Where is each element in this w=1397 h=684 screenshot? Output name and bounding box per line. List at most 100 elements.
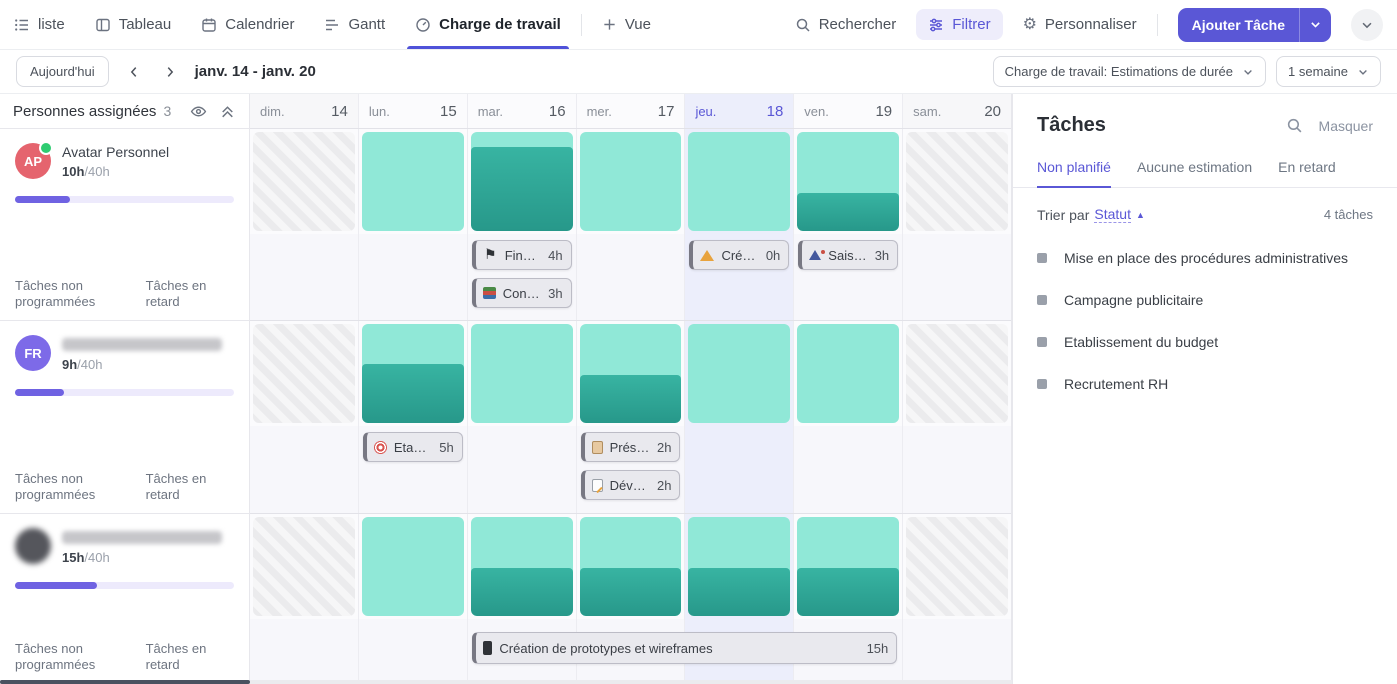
late-tasks-label[interactable]: Tâches en retard: [146, 278, 234, 311]
search-icon[interactable]: [1286, 117, 1303, 134]
capacity-block[interactable]: [580, 517, 682, 616]
task-list-item[interactable]: Recrutement RH: [1037, 363, 1373, 405]
sort-value[interactable]: Statut: [1094, 206, 1131, 223]
filter-button[interactable]: Filtrer: [916, 9, 1002, 40]
horizontal-scrollbar[interactable]: [0, 680, 1012, 684]
collapse-header-button[interactable]: [1351, 9, 1383, 41]
capacity-block[interactable]: [362, 324, 464, 423]
day-cell: [684, 514, 793, 619]
search-button[interactable]: Rechercher: [795, 16, 897, 33]
capacity-block[interactable]: [471, 517, 573, 616]
task-card[interactable]: Consoli...3h: [472, 278, 572, 308]
customize-button[interactable]: ⚙ Personnaliser: [1023, 16, 1137, 33]
tab-label: Tableau: [119, 16, 172, 33]
late-tasks-label[interactable]: Tâches en retard: [146, 641, 234, 674]
capacity-block[interactable]: [362, 517, 464, 616]
task-card-label: Consoli...: [503, 286, 541, 301]
capacity-block[interactable]: [471, 324, 573, 423]
avatar: [15, 528, 51, 564]
late-tasks-label[interactable]: Tâches en retard: [146, 471, 234, 504]
assignee-row[interactable]: FR9h/40hTâches non programméesTâches en …: [0, 321, 249, 514]
divider: [581, 14, 582, 36]
tasks-panel-tabs: Non planifié Aucune estimation En retard: [1013, 159, 1397, 188]
day-cell: [576, 514, 685, 619]
capacity-block[interactable]: [471, 132, 573, 231]
next-week-button[interactable]: [159, 61, 181, 83]
task-item-label: Campagne publicitaire: [1064, 292, 1203, 308]
topbar-actions: Rechercher Filtrer ⚙ Personnaliser Ajout…: [795, 8, 1383, 42]
assignee-meta: 15h/40h: [62, 528, 222, 565]
capacity-block[interactable]: [688, 324, 790, 423]
workload-row: Finalisa...4h Consoli...3h Créatio...0h Sai…: [250, 129, 1011, 321]
tab-liste[interactable]: liste: [14, 0, 65, 49]
status-square-icon: [1037, 379, 1047, 389]
day-number: 19: [875, 103, 892, 120]
capacity-block[interactable]: [797, 324, 899, 423]
add-view-button[interactable]: Vue: [602, 16, 651, 33]
task-card-label: Saisie d...: [828, 248, 867, 263]
task-card[interactable]: Créatio...0h: [689, 240, 789, 270]
task-card-band: Création de prototypes et wireframes15h: [250, 619, 1011, 683]
add-task-button[interactable]: Ajouter Tâche: [1178, 8, 1331, 42]
status-square-icon: [1037, 253, 1047, 263]
unscheduled-tasks-label[interactable]: Tâches non programmées: [15, 278, 146, 311]
collapse-all-icon[interactable]: [219, 103, 236, 120]
sort-ascending-icon[interactable]: ▲: [1136, 210, 1145, 220]
assignee-row[interactable]: 15h/40h Tâches non programméesTâches en r…: [0, 514, 249, 684]
task-card[interactable]: Saisie d...3h: [798, 240, 898, 270]
band-cell: Créatio...0h: [684, 234, 793, 320]
tab-tableau[interactable]: Tableau: [95, 0, 172, 49]
hide-panel-link[interactable]: Masquer: [1319, 118, 1373, 134]
today-button[interactable]: Aujourd'hui: [16, 56, 109, 87]
tab-charge-de-travail[interactable]: Charge de travail: [415, 0, 561, 49]
unscheduled-tasks-label[interactable]: Tâches non programmées: [15, 641, 146, 674]
unscheduled-tasks-label[interactable]: Tâches non programmées: [15, 471, 146, 504]
day-header-ven: ven.19: [793, 94, 902, 128]
workload-mode-select[interactable]: Charge de travail: Estimations de durée: [993, 56, 1266, 87]
task-card-hours: 2h: [657, 440, 671, 455]
unavailable-day-block: [906, 132, 1008, 231]
tab-gantt[interactable]: Gantt: [324, 0, 385, 49]
task-card[interactable]: Etabliss...5h: [363, 432, 463, 462]
add-task-caret[interactable]: [1299, 8, 1331, 42]
tab-calendrier[interactable]: Calendrier: [201, 0, 294, 49]
prev-week-button[interactable]: [123, 61, 145, 83]
task-card[interactable]: Dévelo...2h: [581, 470, 681, 500]
tasks-panel: Tâches Masquer Non planifiéAucune estima…: [1012, 94, 1397, 684]
assignee-row[interactable]: APAvatar Personnel10h/40hTâches non prog…: [0, 129, 249, 321]
capacity-block[interactable]: [797, 132, 899, 231]
panel-tab-non-planifi[interactable]: Non planifié: [1037, 159, 1111, 188]
date-toolbar: Aujourd'hui janv. 14 - janv. 20 Charge d…: [0, 50, 1397, 94]
task-list-item[interactable]: Etablissement du budget: [1037, 321, 1373, 363]
capacity-block[interactable]: [362, 132, 464, 231]
band-cell: Finalisa...4h Consoli...3h: [467, 234, 576, 320]
eye-icon[interactable]: [190, 103, 207, 120]
panel-tab-aucune-estimation[interactable]: Aucune estimation: [1137, 159, 1252, 188]
capacity-block[interactable]: [797, 517, 899, 616]
gear-icon: ⚙: [1023, 17, 1037, 33]
band-cell: [358, 619, 467, 683]
task-card[interactable]: Présent...2h: [581, 432, 681, 462]
band-cell: [576, 234, 685, 320]
hours-total: /40h: [84, 550, 109, 565]
day-header-mer: mer.17: [576, 94, 685, 128]
capacity-block[interactable]: [580, 132, 682, 231]
scrollbar-thumb[interactable]: [0, 680, 250, 684]
task-list-item[interactable]: Mise en place des procédures administrat…: [1037, 237, 1373, 279]
panel-tab-en-retard[interactable]: En retard: [1278, 159, 1336, 188]
unavailable-day-block: [253, 517, 355, 616]
task-card-hours: 5h: [439, 440, 453, 455]
task-card-hours: 2h: [657, 478, 671, 493]
capacity-block[interactable]: [688, 132, 790, 231]
zoom-range-select[interactable]: 1 semaine: [1276, 56, 1381, 87]
task-card[interactable]: Création de prototypes et wireframes15h: [472, 632, 897, 664]
task-card[interactable]: Finalisa...4h: [472, 240, 572, 270]
task-card-hours: 15h: [867, 641, 889, 656]
day-number: 15: [440, 103, 457, 120]
capacity-block[interactable]: [688, 517, 790, 616]
task-item-label: Mise en place des procédures administrat…: [1064, 250, 1348, 266]
day-cell: [902, 321, 1011, 426]
capacity-block[interactable]: [580, 324, 682, 423]
workload-progress-fill: [15, 582, 97, 589]
task-list-item[interactable]: Campagne publicitaire: [1037, 279, 1373, 321]
